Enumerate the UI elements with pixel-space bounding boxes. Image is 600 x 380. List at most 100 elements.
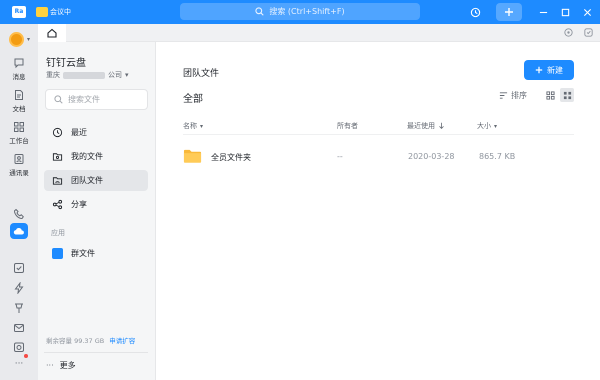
meeting-label: 会议中 [50,8,71,16]
rail-item-approval[interactable] [0,301,38,315]
column-header-size[interactable]: 大小 ▾ [477,121,497,131]
search-icon [255,7,265,16]
rail-item-messages[interactable]: 消息 [0,56,38,81]
create-plus-button[interactable] [496,3,522,21]
meeting-indicator[interactable]: 会议中 [36,5,71,19]
cloud-drive-icon [13,228,24,235]
sidebar-label-group-files: 群文件 [71,249,95,258]
sort-button[interactable]: 排序 [499,90,527,101]
sidebar-item-team-files[interactable]: 团队文件 [44,170,148,191]
rail-item-mail[interactable] [0,321,38,335]
sidebar-item-recent[interactable]: 最近 [44,122,148,143]
settings-circle-icon [564,28,573,37]
page-title: 团队文件 [183,69,220,79]
doc-icon [12,88,26,102]
minimize-button[interactable] [536,3,550,21]
checkbox-icon [12,261,26,275]
sidebar-label-share: 分享 [71,200,87,209]
list-view-button[interactable] [560,88,574,102]
global-search-input[interactable]: 搜索 (Ctrl+Shift+F) [180,3,420,20]
search-icon [54,95,63,104]
expand-storage-link[interactable]: 申请扩容 [109,337,135,345]
more-apps-label: ··· [14,359,24,369]
row-name: 全员文件夹 [211,153,251,162]
avatar-caret-icon: ▾ [27,36,31,43]
sidebar-title: 钉钉云盘 [46,58,86,69]
grid-view-icon [545,90,555,100]
column-header-last-used[interactable]: 最近使用 [407,121,445,131]
tab-home[interactable] [38,24,66,42]
rail-item-calendar[interactable] [0,340,38,354]
close-icon [583,8,591,16]
folder-icon [183,149,202,163]
file-search-input[interactable]: 搜索文件 [45,89,148,110]
sort-label: 排序 [511,91,527,100]
meeting-icon [36,7,48,17]
tab-action-1[interactable] [563,27,575,39]
maximize-icon [561,8,569,16]
sidebar-item-share[interactable]: 分享 [44,194,148,215]
grid-view-button[interactable] [544,89,556,101]
sort-icon [499,92,508,99]
global-search-placeholder: 搜索 (Ctrl+Shift+F) [269,7,345,16]
sidebar-item-my-files[interactable]: 我的文件 [44,146,148,167]
rail-item-docs[interactable]: 文档 [0,88,38,113]
sidebar-item-group-files[interactable]: 群文件 [44,243,148,264]
message-icon [12,56,26,70]
mail-icon [12,321,26,335]
maximize-button[interactable] [558,3,572,21]
tab-action-2[interactable] [583,27,595,39]
rail-item-ding[interactable] [0,281,38,295]
column-header-owner: 所有者 [337,121,358,131]
storage-text: 剩余容量 99.37 GB [46,337,105,345]
sidebar-label-team-files: 团队文件 [71,176,103,185]
main-panel: 团队文件 新建 全部 排序 名称 ▾ 所有者 最近使用 大小 ▾ 全员文件夹 -… [156,42,600,380]
rail-item-cloud-drive[interactable] [10,223,28,239]
group-files-icon [52,248,63,259]
home-icon [47,28,57,38]
drive-sidebar: 钉钉云盘 重庆 公司 ▾ 搜索文件 最近 我的文件 团队文件 分享 应用 群文件… [38,42,156,380]
new-button[interactable]: 新建 [524,60,574,80]
phone-icon [12,207,26,221]
column-last-used-label: 最近使用 [407,122,435,130]
minimize-icon [539,11,547,13]
close-button[interactable] [580,3,594,21]
breadcrumb[interactable]: 全部 [183,90,203,105]
window-icon [584,28,593,37]
sidebar-more-button[interactable]: ··· 更多 [46,360,76,371]
table-row[interactable]: 全员文件夹 -- 2020-03-28 865.7 KB [183,146,574,168]
storage-info: 剩余容量 99.37 GB 申请扩容 [46,335,135,345]
column-name-label: 名称 [183,122,197,130]
app-badge[interactable]: Ra [12,6,26,18]
share-icon [52,199,63,210]
apps-section-heading: 应用 [51,229,65,237]
history-button[interactable] [466,3,484,21]
org-name-redacted [63,71,105,79]
calendar-icon [12,340,26,354]
rail-item-workbench[interactable]: 工作台 [0,120,38,145]
rail-item-contacts[interactable]: 通讯录 [0,152,38,177]
rail-item-phone[interactable] [0,207,38,221]
avatar[interactable] [9,32,24,47]
table-header-divider [183,134,574,135]
rail-item-tasks[interactable] [0,261,38,275]
column-header-name[interactable]: 名称 ▾ [183,121,203,131]
sidebar-label-recent: 最近 [71,128,87,137]
column-size-label: 大小 [477,122,491,130]
my-files-icon [52,153,63,161]
row-owner: -- [337,152,343,161]
plus-icon [535,66,543,74]
lightning-icon [12,281,26,295]
sort-down-arrow-icon [439,122,444,129]
column-owner-label: 所有者 [337,122,358,130]
rail-item-more[interactable]: ··· [0,358,38,369]
org-caret-icon: ▾ [125,71,129,79]
row-last-used: 2020-03-28 [408,152,455,161]
clock-icon [52,127,63,138]
rail-label-contacts: 通讯录 [9,169,29,177]
org-switcher[interactable]: 重庆 公司 ▾ [46,70,129,80]
tab-bar [0,24,600,42]
list-view-icon [563,91,571,99]
sidebar-divider [44,352,148,353]
title-bar: Ra 会议中 搜索 (Ctrl+Shift+F) [0,0,600,24]
